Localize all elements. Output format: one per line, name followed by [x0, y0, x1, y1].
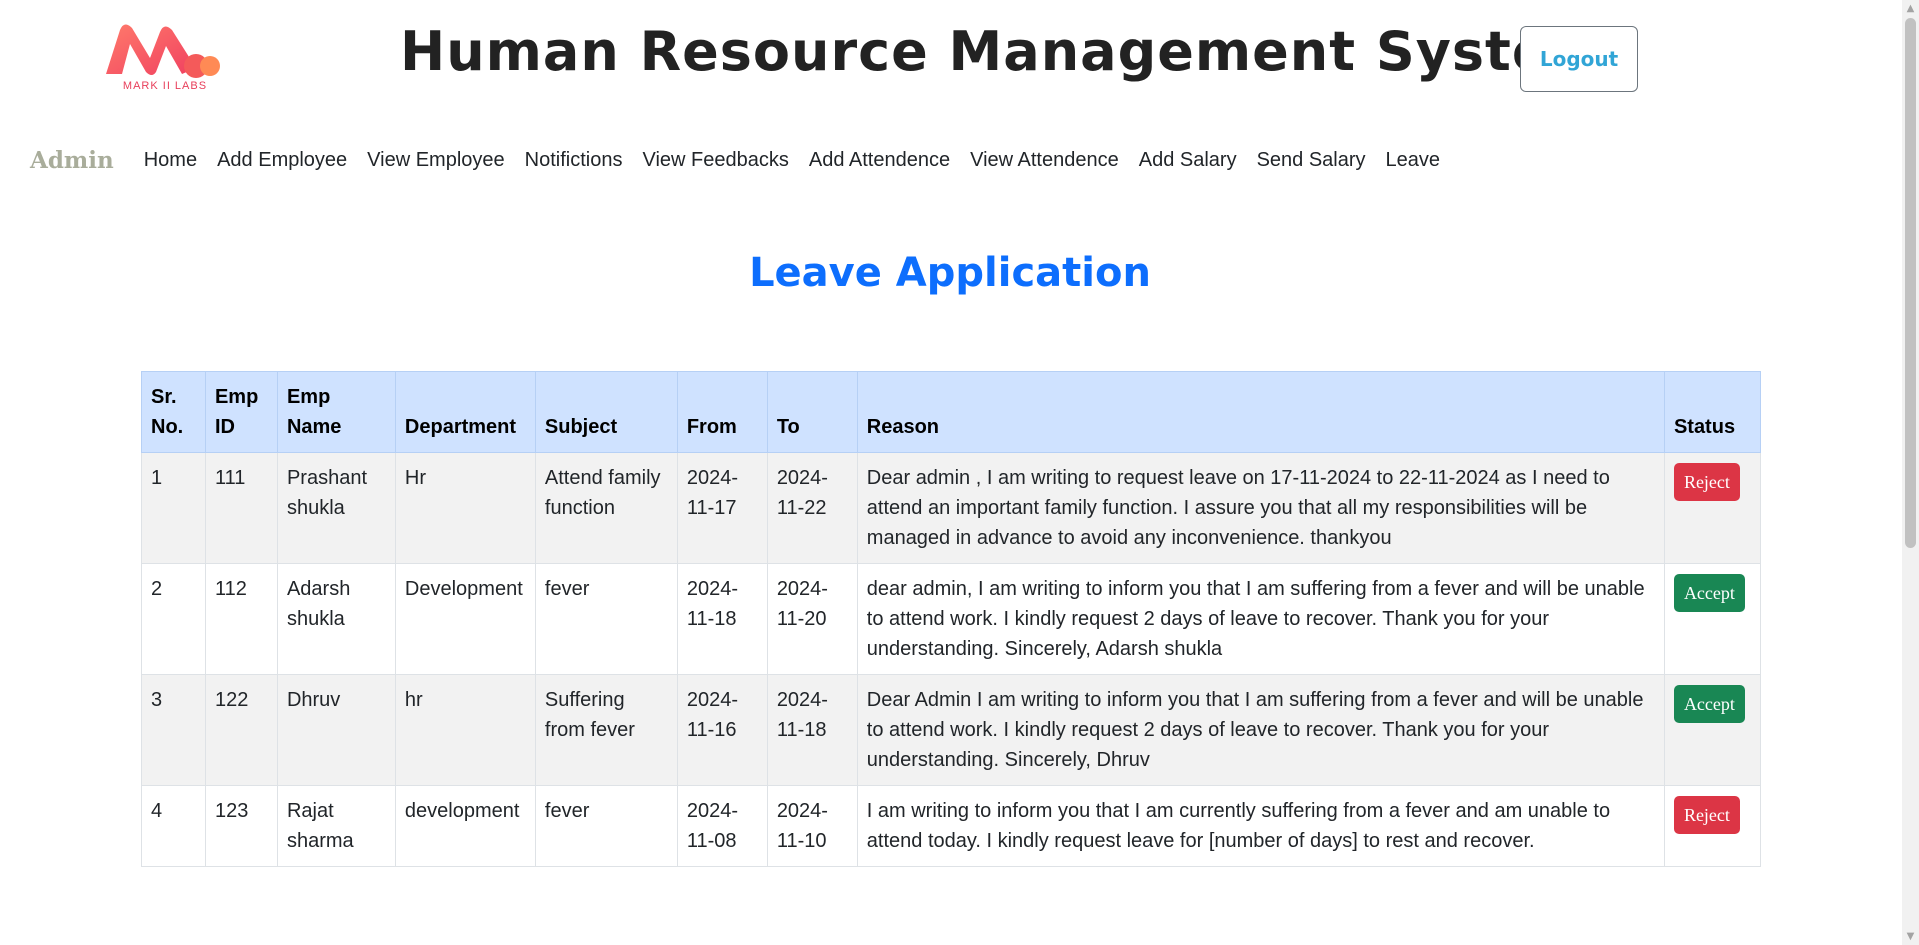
table-row: 2 112 Adarsh shukla Development fever 20…	[141, 563, 1762, 675]
cell-to: 2024-11-20	[766, 563, 858, 675]
header-to: To	[766, 371, 858, 453]
cell-emp-name: Prashant shukla	[276, 452, 396, 564]
cell-emp-id: 123	[204, 785, 278, 867]
cell-reason: Dear Admin I am writing to inform you th…	[856, 674, 1665, 786]
table-row: 1 111 Prashant shukla Hr Attend family f…	[141, 452, 1762, 564]
leave-application-table: Sr. No. Emp ID Emp Name Department Subje…	[141, 371, 1762, 867]
header-reason: Reason	[856, 371, 1665, 453]
cell-status: Reject	[1663, 785, 1762, 867]
cell-emp-name: Adarsh shukla	[276, 563, 396, 675]
header-emp-id: Emp ID	[204, 371, 278, 453]
cell-sr-no: 1	[141, 452, 206, 564]
scroll-up-arrow-icon[interactable]: ▲	[1902, 0, 1919, 17]
cell-status: Accept	[1663, 674, 1762, 786]
cell-from: 2024-11-08	[676, 785, 768, 867]
vertical-scrollbar[interactable]: ▲ ▼	[1902, 0, 1919, 945]
cell-sr-no: 4	[141, 785, 206, 867]
cell-from: 2024-11-17	[676, 452, 768, 564]
nav-item-send-salary[interactable]: Send Salary	[1257, 149, 1366, 172]
cell-reason: I am writing to inform you that I am cur…	[856, 785, 1665, 867]
cell-from: 2024-11-18	[676, 563, 768, 675]
logo-mark-icon	[106, 24, 220, 78]
cell-emp-name: Rajat sharma	[276, 785, 396, 867]
nav-item-add-employee[interactable]: Add Employee	[217, 149, 347, 172]
cell-department: Development	[394, 563, 536, 675]
cell-subject: fever	[534, 785, 678, 867]
cell-department: development	[394, 785, 536, 867]
app-title: Human Resource Management System	[400, 20, 1607, 83]
cell-to: 2024-11-22	[766, 452, 858, 564]
cell-department: Hr	[394, 452, 536, 564]
reject-button[interactable]: Reject	[1673, 463, 1740, 501]
cell-subject: fever	[534, 563, 678, 675]
cell-reason: dear admin, I am writing to inform you t…	[856, 563, 1665, 675]
cell-status: Reject	[1663, 452, 1762, 564]
reject-button[interactable]: Reject	[1673, 796, 1740, 834]
nav-item-view-employee[interactable]: View Employee	[367, 149, 504, 172]
cell-sr-no: 3	[141, 674, 206, 786]
page-heading: Leave Application	[749, 250, 1151, 296]
cell-subject: Suffering from fever	[534, 674, 678, 786]
cell-to: 2024-11-18	[766, 674, 858, 786]
header-sr-no: Sr. No.	[141, 371, 206, 453]
nav-item-notifications[interactable]: Notifictions	[525, 149, 623, 172]
scroll-down-arrow-icon[interactable]: ▼	[1902, 928, 1919, 945]
table-row: 4 123 Rajat sharma development fever 202…	[141, 785, 1762, 867]
cell-from: 2024-11-16	[676, 674, 768, 786]
cell-emp-id: 111	[204, 452, 278, 564]
header-department: Department	[394, 371, 536, 453]
navbar-brand[interactable]: Admin	[30, 147, 114, 174]
logo-text: MARK II LABS	[122, 80, 208, 92]
cell-emp-id: 122	[204, 674, 278, 786]
cell-emp-id: 112	[204, 563, 278, 675]
table-header-row: Sr. No. Emp ID Emp Name Department Subje…	[141, 371, 1762, 453]
nav-item-add-attendence[interactable]: Add Attendence	[809, 149, 950, 172]
header-status: Status	[1663, 371, 1762, 453]
cell-department: hr	[394, 674, 536, 786]
header-from: From	[676, 371, 768, 453]
logout-button[interactable]: Logout	[1520, 26, 1638, 92]
page: MARK II LABS Human Resource Management S…	[0, 0, 1900, 945]
cell-status: Accept	[1663, 563, 1762, 675]
company-logo[interactable]: MARK II LABS	[100, 16, 230, 96]
cell-to: 2024-11-10	[766, 785, 858, 867]
main-navbar: Admin Home Add Employee View Employee No…	[30, 142, 1460, 178]
scrollbar-thumb[interactable]	[1905, 18, 1916, 548]
nav-item-view-attendence[interactable]: View Attendence	[970, 149, 1119, 172]
accept-button[interactable]: Accept	[1673, 574, 1745, 612]
header-emp-name: Emp Name	[276, 371, 396, 453]
table-row: 3 122 Dhruv hr Suffering from fever 2024…	[141, 674, 1762, 786]
cell-emp-name: Dhruv	[276, 674, 396, 786]
cell-reason: Dear admin , I am writing to request lea…	[856, 452, 1665, 564]
nav-item-view-feedbacks[interactable]: View Feedbacks	[642, 149, 788, 172]
header-subject: Subject	[534, 371, 678, 453]
nav-item-home[interactable]: Home	[144, 149, 197, 172]
cell-sr-no: 2	[141, 563, 206, 675]
accept-button[interactable]: Accept	[1673, 685, 1745, 723]
nav-item-add-salary[interactable]: Add Salary	[1139, 149, 1237, 172]
nav-item-leave[interactable]: Leave	[1386, 149, 1441, 172]
cell-subject: Attend family function	[534, 452, 678, 564]
